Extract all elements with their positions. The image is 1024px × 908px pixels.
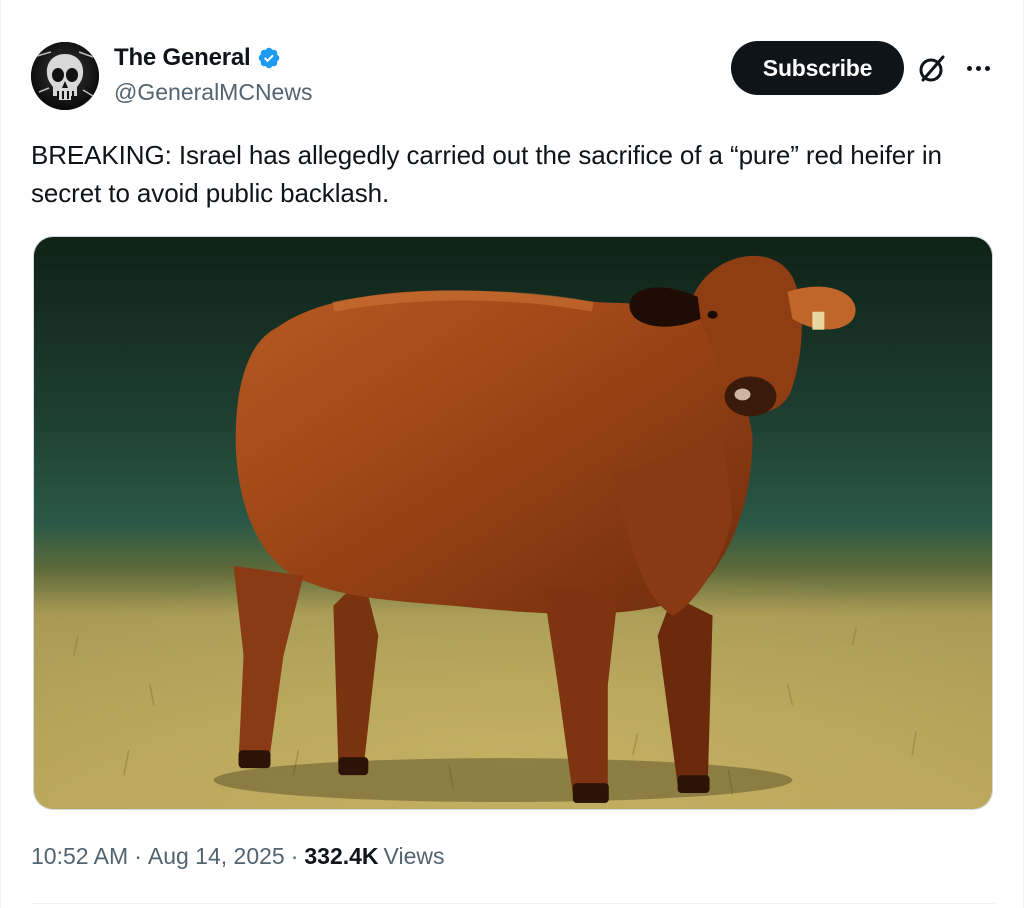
author-handle[interactable]: @GeneralMCNews [114, 79, 312, 106]
meta-separator: · [290, 843, 299, 869]
tweet-date[interactable]: Aug 14, 2025 [148, 843, 285, 870]
tweet-time[interactable]: 10:52 AM [31, 843, 128, 870]
more-icon[interactable] [963, 56, 993, 80]
views-label: Views [383, 843, 445, 869]
tweet-card: The General @GeneralMCNews Subscribe BRE… [0, 0, 1024, 908]
tweet-media-image[interactable] [33, 236, 993, 810]
author-display-name[interactable]: The General [114, 44, 251, 72]
verified-badge-icon [258, 47, 279, 69]
meta-separator: · [134, 843, 142, 869]
avatar[interactable] [31, 42, 99, 110]
tweet-meta: 10:52 AM · Aug 14, 2025 · 332.4K Views [31, 843, 444, 870]
tweet-text: BREAKING: Israel has allegedly carried o… [31, 140, 942, 208]
author-name-row[interactable]: The General [114, 44, 281, 72]
views-count: 332.4K [304, 843, 379, 869]
divider [31, 903, 995, 904]
grok-icon[interactable] [915, 52, 949, 86]
subscribe-button[interactable]: Subscribe [731, 41, 904, 95]
